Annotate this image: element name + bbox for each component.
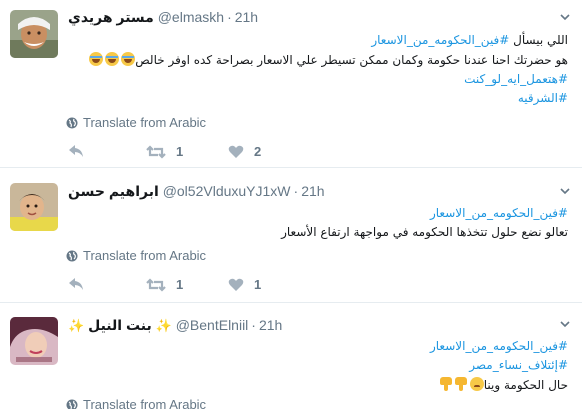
- user-handle[interactable]: @ol52VlduxuYJ1xW: [163, 183, 291, 199]
- user-handle[interactable]: @BentElniil: [176, 317, 249, 333]
- heart-icon: [228, 145, 244, 158]
- pointing-down-icon: [454, 377, 467, 391]
- timestamp[interactable]: 21h: [235, 9, 258, 25]
- hashtag-link[interactable]: #فين_الحكومه_من_الاسعار: [371, 33, 509, 47]
- avatar[interactable]: [10, 183, 58, 231]
- translate-link[interactable]: Translate from Arabic: [66, 248, 206, 263]
- display-name[interactable]: مستر هريدي: [68, 9, 154, 25]
- pointing-down-icon: [439, 377, 452, 391]
- tweet-text-line: #هتعمل_ايه_لو_كنت: [464, 72, 568, 86]
- translate-label: Translate from Arabic: [83, 115, 207, 130]
- laughing-emoji-icon: [121, 52, 136, 66]
- user-handle[interactable]: @elmaskh: [158, 9, 224, 25]
- hashtag-link[interactable]: #هتعمل_ايه_لو_كنت: [464, 72, 568, 86]
- tweet-text-line: تعالو نضع حلول تتخذها الحكومه في مواجهة …: [281, 225, 568, 239]
- globe-icon: [66, 399, 78, 409]
- sparkles-icon: ✨: [155, 318, 172, 333]
- separator: ·: [227, 9, 232, 25]
- display-name[interactable]: ابراهيم حسن: [68, 183, 159, 199]
- retweet-button[interactable]: 1: [146, 277, 183, 292]
- retweet-icon: [146, 277, 166, 292]
- tweet-text-line: هو حضرتك احنا عندنا حكومة وكمان ممكن تسي…: [87, 52, 568, 67]
- timestamp[interactable]: 21h: [301, 183, 324, 199]
- translate-label: Translate from Arabic: [83, 397, 207, 409]
- laughing-emoji-icon: [89, 52, 104, 66]
- heart-icon: [228, 278, 244, 291]
- tweet-header: ✨ بنت النيل ✨ @BentElniil · 21h: [68, 317, 282, 334]
- sparkles-icon: ✨: [68, 318, 85, 333]
- avatar[interactable]: [10, 317, 58, 365]
- tweet-header: ابراهيم حسن @ol52VlduxuYJ1xW · 21h: [68, 183, 325, 200]
- separator: ·: [293, 183, 299, 199]
- tweet-text-line: #إئتلاف_نساء_مصر: [469, 358, 568, 372]
- tweet-text-line: اللي بيسأل #فين_الحكومه_من_الاسعار: [371, 33, 568, 47]
- tweet-text: هو حضرتك احنا عندنا حكومة وكمان ممكن تسي…: [135, 53, 568, 67]
- tweet[interactable]: مستر هريدي @elmaskh · 21h اللي بيسأل #فين_…: [0, 0, 582, 168]
- reply-icon: [69, 145, 83, 157]
- avatar[interactable]: [10, 10, 58, 58]
- hashtag-link[interactable]: #إئتلاف_نساء_مصر: [469, 358, 568, 372]
- tweet-actions: 1 1: [68, 277, 288, 293]
- globe-icon: [66, 250, 78, 261]
- tweet-text: اللي بيسأل: [509, 33, 568, 47]
- timestamp[interactable]: 21h: [259, 317, 282, 333]
- translate-link[interactable]: Translate from Arabic: [66, 397, 206, 409]
- reply-button[interactable]: [68, 144, 84, 158]
- retweet-button[interactable]: 1: [146, 144, 183, 159]
- like-button[interactable]: 1: [228, 277, 261, 292]
- reply-icon: [69, 278, 83, 290]
- like-count: 2: [254, 144, 262, 159]
- tweet-text-line: حال الحكومة وينا: [437, 377, 568, 392]
- tweet-text: حال الحكومة وينا: [483, 378, 568, 392]
- hashtag-link[interactable]: #فين_الحكومه_من_الاسعار: [430, 206, 568, 220]
- translate-link[interactable]: Translate from Arabic: [66, 115, 206, 130]
- globe-icon: [66, 117, 78, 128]
- separator: ·: [251, 317, 256, 333]
- hashtag-link[interactable]: #فين_الحكومه_من_الاسعار: [430, 339, 568, 353]
- tweet-actions: 1 2: [68, 144, 288, 160]
- hashtag-link[interactable]: #الشرقيه: [518, 91, 568, 105]
- laughing-emoji-icon: [105, 52, 120, 66]
- retweet-count: 1: [176, 144, 184, 159]
- translate-label: Translate from Arabic: [83, 248, 207, 263]
- chevron-down-icon[interactable]: [560, 12, 570, 22]
- chevron-down-icon[interactable]: [560, 186, 570, 196]
- tweet-text-line: #فين_الحكومه_من_الاسعار: [430, 206, 568, 220]
- display-name[interactable]: بنت النيل: [88, 317, 152, 333]
- tweet-text: تعالو نضع حلول تتخذها الحكومه في مواجهة …: [281, 225, 568, 239]
- tweet-text-line: #فين_الحكومه_من_الاسعار: [430, 339, 568, 353]
- retweet-icon: [146, 144, 166, 159]
- retweet-count: 1: [176, 277, 184, 292]
- tweet-header: مستر هريدي @elmaskh · 21h: [68, 9, 258, 26]
- smirk-emoji-icon: [469, 377, 484, 391]
- like-button[interactable]: 2: [228, 144, 261, 159]
- chevron-down-icon[interactable]: [560, 319, 570, 329]
- tweet-text-line: #الشرقيه: [518, 91, 568, 105]
- reply-button[interactable]: [68, 277, 84, 291]
- like-count: 1: [254, 277, 262, 292]
